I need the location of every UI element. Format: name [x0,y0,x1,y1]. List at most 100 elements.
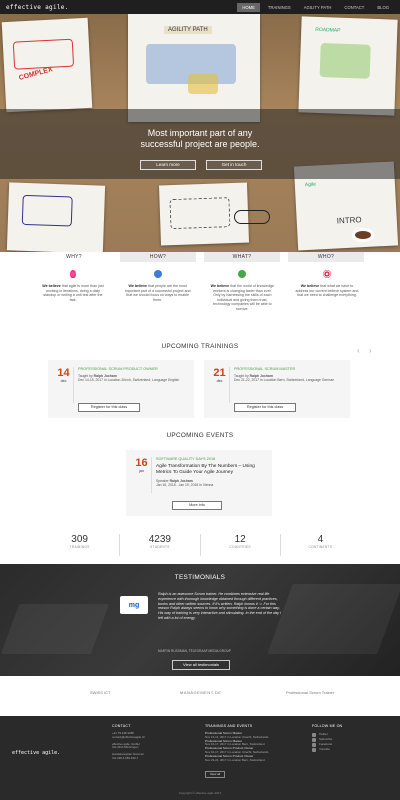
sketch-paper: COMPLEX [1,17,93,113]
events-title: UPCOMING EVENTS [166,432,234,439]
sketch-text-agility: AGILITY PATH [164,26,212,34]
hero-banner: COMPLEX AGILITY PATH ROADMAP INTRO Agile… [0,14,400,252]
nav-agility-path[interactable]: AGILITY PATH [299,3,337,12]
register-number: CH-036.4.059.333-7 [112,755,139,760]
footer-heading: CONTACT [112,724,131,728]
people-icon [153,270,162,278]
training-card: 14 dec PROFESSIONAL SCRUM PRODUCT OWNER … [48,360,194,418]
why-section: We believe that agile is more than just … [40,270,360,330]
date-day: 16 [135,457,148,469]
stat-label: TRAININGS [69,545,90,549]
tab-how[interactable]: HOW? [120,252,196,262]
date-month: dec [216,379,223,383]
testimonial-author: MARTIN RUSSMAN, TELEGRAAF MEDIA GROUP [158,649,232,653]
nav-home[interactable]: HOME [237,2,260,12]
site-logo[interactable]: effective agile. [6,4,69,11]
tab-why[interactable]: WHY? [36,252,112,262]
footer-heading: TRAININGS AND EVENTS [205,724,253,728]
hero-title-line1: Most important part of any [147,128,253,138]
footer-heading: FOLLOW ME ON [312,724,343,728]
register-button[interactable]: Register for this class [78,403,140,412]
event-meta: Jan 16, 2018 - Jan 19, 2018 in Vienna [156,483,214,488]
view-all-button[interactable]: View all [205,771,225,778]
training-meta: Dec 21-22, 2017 in Location Bern, Switze… [234,378,335,383]
event-card: 16 jan SOFTWARE QUALITY DAYS 2018 Agile … [126,450,272,516]
sketch-paper-agility: AGILITY PATH [128,14,260,122]
date-month: dec [60,379,67,383]
chevron-left-icon[interactable]: ‹ [357,346,360,355]
tab-who[interactable]: WHO? [288,252,364,262]
nav-trainings[interactable]: TRAININGS [263,3,296,12]
why-column: We believe that the world of knowledge w… [209,270,275,330]
more-info-button[interactable]: More info [172,501,222,510]
training-category[interactable]: PROFESSIONAL SCRUM MASTER [234,367,346,371]
trainings-title: UPCOMING TRAININGS [161,343,239,350]
sketch-green-box [319,43,371,79]
sketch-paper-bottom-left [6,182,106,252]
event-category[interactable]: SOFTWARE QUALITY DAYS 2018 [156,457,268,461]
stat-number: 309 [71,534,88,545]
sketch-paper-right: ROADMAP [298,16,398,116]
sketch-boat [188,74,218,94]
learn-more-button[interactable]: Learn more [140,160,196,170]
sketch-diagram [21,194,73,227]
telegraaf-logo: mg [120,596,148,614]
get-in-touch-button[interactable]: Get in touch [206,160,262,170]
stat-countries: 12 COUNTRIES [201,534,281,556]
chevron-right-icon[interactable]: › [369,346,372,355]
youtube-icon [312,747,316,752]
testimonials-section: TESTIMONIALS mg Ralph is an awesome Scru… [0,564,400,676]
sketch-text-roadmap: ROADMAP [315,26,341,34]
nav-blog[interactable]: BLOG [372,3,394,12]
footer-follow: FOLLOW ME ON Twitter Subscribe Facebook … [312,724,392,752]
training-meta: Dec 14-15, 2017 in Location Zürich, Swit… [78,378,180,383]
stat-number: 4 [317,534,324,545]
rss-icon [312,737,316,742]
sketch-text-agile: Agile [304,181,317,189]
stat-label: CONTINENTS [308,545,333,549]
footer-contact: CONTACT +41 79 448 3288 contact@effectiv… [112,724,184,761]
keyboard-shadow [267,584,400,654]
hero-title-line2: successful project are people. [140,139,260,149]
tab-what[interactable]: WHAT? [204,252,280,262]
hero-title: Most important part of any successful pr… [0,128,400,150]
stat-trainings: 309 TRAININGS [40,534,121,556]
keyboard-shadow [0,604,110,654]
card-body: PROFESSIONAL SCRUM PRODUCT OWNER Taught … [78,367,190,383]
date-block: 21 dec [210,367,230,403]
register-button[interactable]: Register for this class [234,403,296,412]
nav-contact[interactable]: CONTACT [339,3,369,12]
training-card: 21 dec PROFESSIONAL SCRUM MASTER Taught … [204,360,350,418]
main-nav: HOME TRAININGS AGILITY PATH CONTACT BLOG [237,2,394,12]
training-category[interactable]: PROFESSIONAL SCRUM PRODUCT OWNER [78,367,190,371]
date-block: 16 jan [132,457,152,493]
social-label: Youtube [319,747,330,751]
why-column: We believe that agile is more than just … [40,270,106,330]
why-bold: We believe [300,284,320,288]
why-bold: We believe [210,284,230,288]
partner-scrum-trainer[interactable]: Professional Scrum Trainer [286,690,334,695]
card-body: SOFTWARE QUALITY DAYS 2018 Agile Transfo… [156,457,268,488]
social-youtube[interactable]: Youtube [312,747,392,752]
partner-management[interactable]: MANAGEMENT.DE [180,690,221,695]
stat-number: 4239 [148,534,171,545]
stat-label: COUNTRIES [229,545,251,549]
stats-bar: 309 TRAININGS 4239 STUDENTS 12 COUNTRIES… [40,534,360,556]
twitter-icon [312,732,316,737]
date-day: 21 [213,367,226,379]
brain-icon [238,270,247,278]
glasses-icon [234,210,270,224]
footer-logo[interactable]: effective agile. [12,750,60,756]
logo-text: mg [128,601,140,609]
partner-swiss-ict[interactable]: SWISS ICT [90,690,110,695]
date-month: jan [139,469,144,473]
testimonials-title: TESTIMONIALS [174,574,226,581]
facebook-icon [312,742,316,747]
event-title[interactable]: Agile Transformation By The Numbers – Us… [156,464,268,476]
view-all-testimonials-button[interactable]: View all testimonials [172,660,230,670]
why-bold: We believe [128,284,148,288]
testimonial-quote: Ralph is an awesome Scrum trainer. He co… [158,592,282,620]
sketch-text-intro: INTRO [336,215,362,226]
stat-continents: 4 CONTINENTS [281,534,360,556]
why-bold: We believe [42,284,61,288]
